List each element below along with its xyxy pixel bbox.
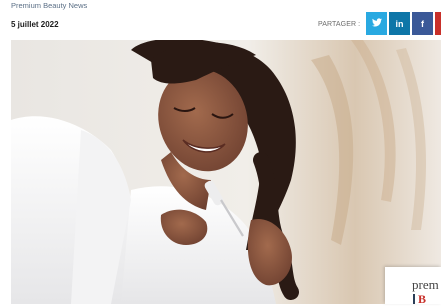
twitter-icon	[371, 18, 382, 29]
linkedin-icon: in	[395, 18, 404, 29]
hero-image	[11, 40, 441, 304]
share-more-button[interactable]	[435, 12, 441, 35]
share-linkedin-button[interactable]: in	[389, 12, 410, 35]
brand-name-partial-2: B	[418, 292, 427, 306]
brand-name-partial: prem	[412, 277, 439, 292]
share-twitter-button[interactable]	[366, 12, 387, 35]
share-label: PARTAGER :	[318, 21, 361, 28]
facebook-icon: f	[421, 18, 424, 29]
hero-image-illustration	[11, 40, 441, 304]
brand-card: prem B	[385, 267, 441, 306]
brand-bar	[413, 294, 415, 304]
article-source[interactable]: Premium Beauty News	[11, 1, 87, 10]
article-date: 5 juillet 2022	[11, 20, 59, 29]
share-facebook-button[interactable]: f	[412, 12, 433, 35]
